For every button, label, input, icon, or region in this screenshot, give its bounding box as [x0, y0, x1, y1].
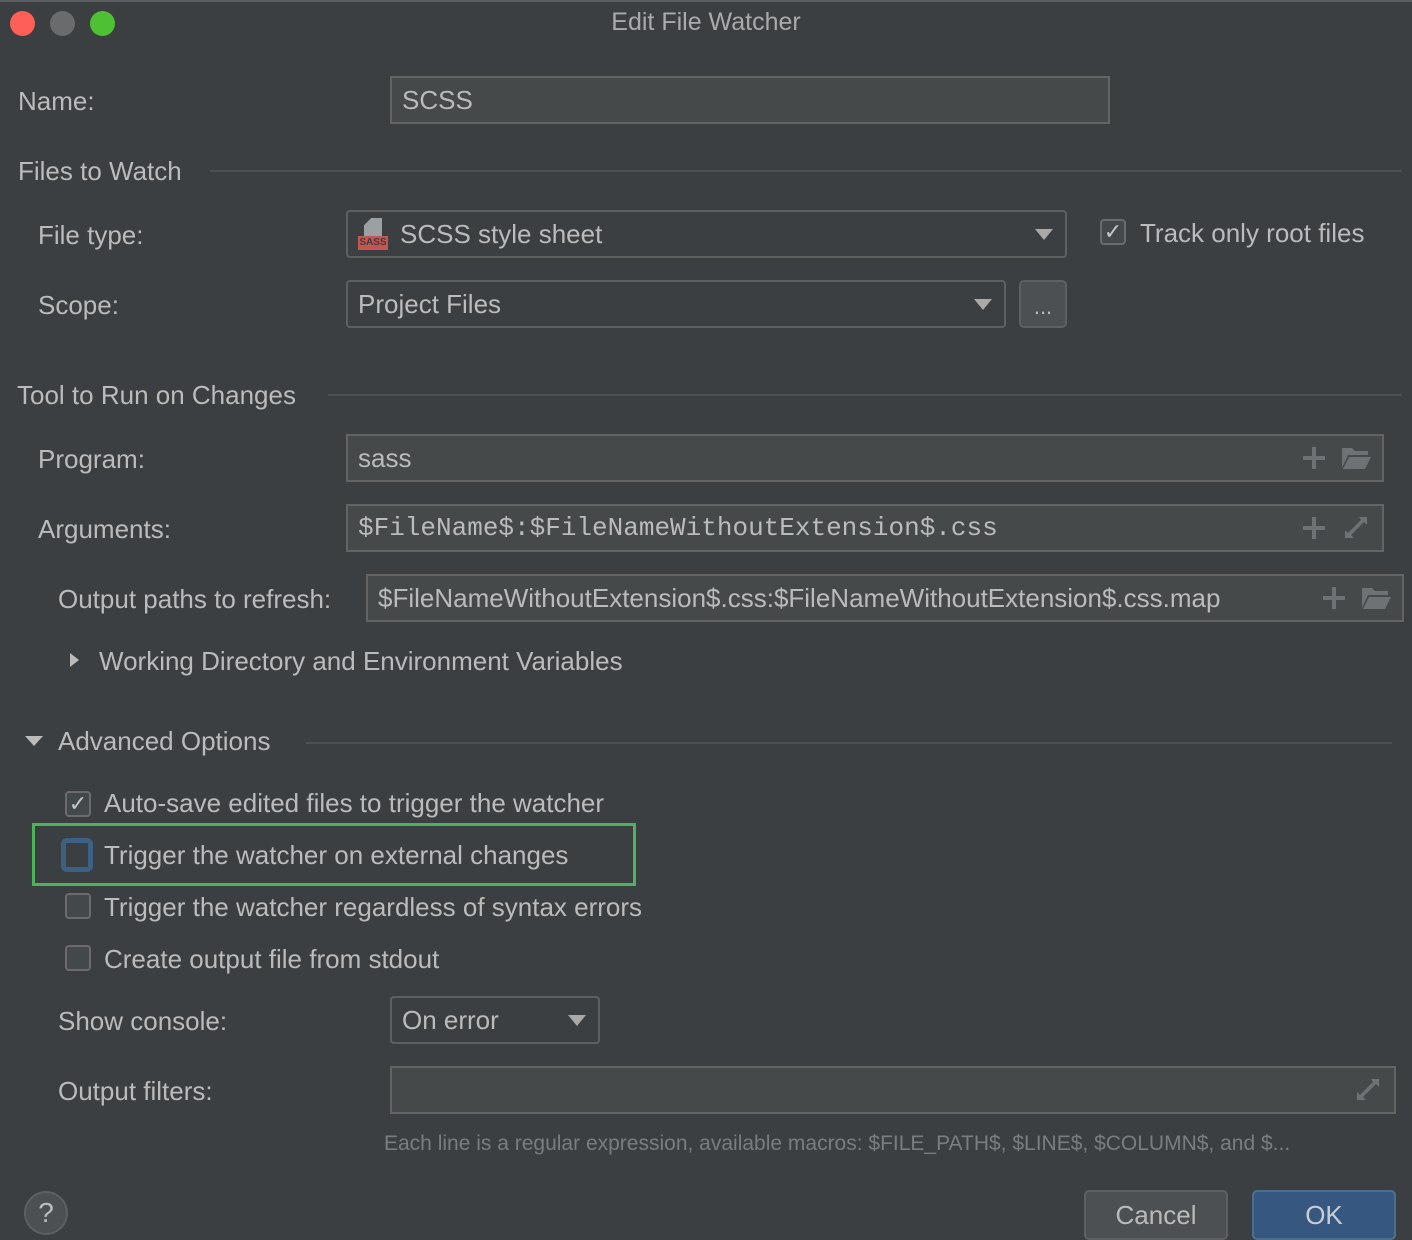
tool-to-run-title: Tool to Run on Changes [17, 380, 296, 410]
trigger-regardless-errors-label: Trigger the watcher regardless of syntax… [104, 892, 643, 922]
collapse-advanced-options-toggle[interactable] [25, 736, 43, 746]
expand-working-directory-toggle[interactable] [70, 653, 79, 667]
name-input[interactable]: SCSS [390, 76, 1110, 124]
expand-icon[interactable] [1354, 1076, 1382, 1104]
output-paths-value: $FileNameWithoutExtension$.css:$FileName… [378, 582, 1221, 613]
create-output-stdout-checkbox[interactable] [65, 945, 91, 971]
working-directory-label[interactable]: Working Directory and Environment Variab… [99, 646, 623, 677]
output-paths-input[interactable]: $FileNameWithoutExtension$.css:$FileName… [366, 574, 1404, 622]
program-input[interactable]: sass [346, 434, 1384, 482]
section-separator [328, 394, 1402, 396]
section-separator [306, 742, 1392, 744]
advanced-options-title[interactable]: Advanced Options [58, 726, 270, 757]
checkmark-icon: ✓ [1103, 219, 1123, 244]
trigger-regardless-errors-checkbox[interactable] [65, 893, 91, 919]
arguments-input[interactable]: $FileName$:$FileNameWithoutExtension$.cs… [346, 504, 1384, 552]
scope-dropdown[interactable]: Project Files [346, 280, 1006, 328]
show-console-dropdown[interactable]: On error [390, 996, 600, 1044]
name-label: Name: [18, 86, 95, 116]
file-type-label: File type: [38, 220, 144, 250]
section-separator [210, 170, 1402, 172]
file-type-value: SCSS style sheet [400, 218, 603, 249]
chevron-right-icon [70, 653, 79, 667]
auto-save-label: Auto-save edited files to trigger the wa… [104, 788, 605, 818]
output-filters-label: Output filters: [58, 1076, 213, 1106]
folder-open-icon[interactable] [1360, 584, 1392, 612]
edit-file-watcher-dialog: Edit File Watcher Name: SCSS Files to Wa… [0, 0, 1412, 1240]
name-value: SCSS [402, 84, 473, 115]
show-console-value: On error [402, 1004, 499, 1035]
sass-file-icon: SASS [358, 218, 388, 250]
create-output-stdout-label: Create output file from stdout [104, 944, 440, 974]
cancel-button[interactable]: Cancel [1084, 1190, 1228, 1240]
arguments-label: Arguments: [38, 514, 171, 544]
chevron-down-icon [1035, 229, 1053, 240]
arguments-value: $FileName$:$FileNameWithoutExtension$.cs… [358, 513, 998, 543]
program-label: Program: [38, 444, 145, 474]
scope-label: Scope: [38, 290, 119, 320]
chevron-down-icon [974, 299, 992, 310]
checkmark-icon: ✓ [68, 791, 88, 816]
expand-icon[interactable] [1342, 514, 1370, 542]
file-type-dropdown[interactable]: SASS SCSS style sheet [346, 210, 1067, 258]
insert-macro-icon[interactable] [1300, 444, 1328, 472]
trigger-external-changes-label: Trigger the watcher on external changes [104, 840, 569, 870]
auto-save-checkbox[interactable]: ✓ [65, 791, 91, 817]
show-console-label: Show console: [58, 1006, 228, 1036]
chevron-down-icon [568, 1015, 586, 1026]
insert-macro-icon[interactable] [1300, 514, 1328, 542]
track-only-root-files-label: Track only root files [1140, 218, 1365, 248]
insert-macro-icon[interactable] [1320, 584, 1348, 612]
scope-browse-button[interactable]: ... [1019, 280, 1067, 328]
scope-value: Project Files [358, 288, 502, 319]
question-mark-icon: ? [38, 1197, 54, 1228]
help-button[interactable]: ? [24, 1191, 68, 1235]
output-paths-label: Output paths to refresh: [58, 584, 332, 614]
trigger-external-changes-checkbox[interactable] [61, 838, 93, 872]
chevron-down-icon [25, 736, 43, 746]
output-filters-hint: Each line is a regular expression, avail… [384, 1132, 1291, 1155]
files-to-watch-title: Files to Watch [18, 156, 182, 186]
track-only-root-files-checkbox[interactable]: ✓ [1100, 219, 1126, 245]
window-title: Edit File Watcher [611, 8, 801, 36]
ok-button[interactable]: OK [1252, 1190, 1396, 1240]
output-filters-input[interactable] [390, 1066, 1396, 1114]
folder-open-icon[interactable] [1340, 444, 1372, 472]
program-value: sass [358, 442, 412, 473]
